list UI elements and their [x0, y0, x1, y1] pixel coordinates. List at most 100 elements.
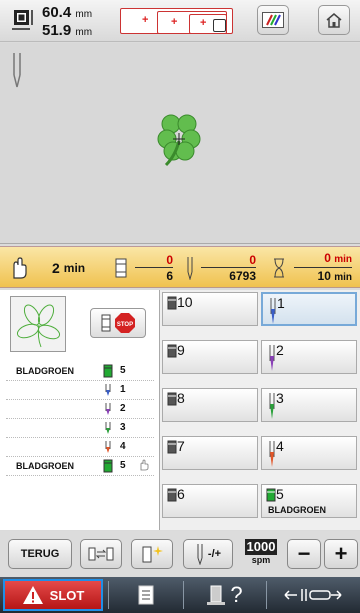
needle-number: 6	[177, 486, 185, 502]
color-progress: 0 6	[115, 247, 173, 289]
speed-unit: spm	[251, 555, 271, 565]
needle-icon	[187, 257, 193, 280]
thread-order-list: STOP BLADGROEN 5 1 2 3 4 BLADGROEN 5	[0, 290, 160, 530]
swap-needles-button[interactable]	[80, 539, 122, 569]
needle-icon	[105, 422, 111, 434]
thread-number: 3	[120, 422, 126, 433]
remaining-time: 0 min 10 min	[272, 247, 352, 289]
color-change-button[interactable]	[257, 5, 289, 35]
needle-number: 7	[177, 438, 185, 454]
needle-number: 2	[276, 342, 284, 358]
speed-decrease-button[interactable]: −	[287, 539, 321, 569]
stop-sign-icon: STOP	[114, 313, 135, 333]
design-thumbnail	[10, 296, 66, 352]
time-value: 2	[52, 260, 60, 276]
thread-panel: STOP BLADGROEN 5 1 2 3 4 BLADGROEN 5 10 1 9 2 8 3 7 4 6…	[0, 290, 360, 530]
needle-number: 4	[276, 438, 284, 454]
spool-sparkle-icon	[142, 546, 163, 563]
needle-icon	[105, 403, 111, 415]
thread-row[interactable]: BLADGROEN 5	[0, 457, 160, 474]
time-indicator: 2 min	[8, 247, 85, 289]
design-preview-area[interactable]	[0, 43, 360, 244]
needle-icon	[105, 384, 111, 396]
help-button[interactable]: ?	[186, 580, 262, 610]
thread-number: 1	[120, 384, 126, 395]
stop-settings-button[interactable]: STOP	[90, 308, 146, 338]
needle-bar-cell[interactable]: 10	[162, 292, 258, 326]
top-toolbar: 60.4 mm 51.9 mm + + +	[0, 0, 360, 42]
thread-number: 5	[120, 365, 126, 376]
needle-number: 3	[276, 390, 284, 406]
swap-icon	[88, 547, 114, 561]
thread-row[interactable]: BLADGROEN 5	[0, 362, 160, 379]
needle-thread-name: BLADGROEN	[268, 505, 326, 515]
needle-bar-cell[interactable]: 9	[162, 340, 258, 374]
speed-indicator: 1000 spm	[241, 539, 281, 569]
machine-icon	[207, 585, 226, 605]
needle-bar-cell[interactable]: 1	[261, 292, 357, 326]
thread-color-name: BLADGROEN	[16, 460, 74, 471]
needle-icon	[197, 544, 203, 565]
remaining-total: 10	[317, 269, 331, 283]
needle-highlight-button[interactable]	[131, 539, 173, 569]
frame-move-button[interactable]	[270, 580, 356, 610]
thread-row[interactable]: 2	[0, 400, 160, 417]
warning-icon	[22, 586, 43, 604]
hand-icon	[13, 257, 27, 279]
spool-icon	[167, 440, 177, 454]
needle-bar-cell[interactable]: 3	[261, 388, 357, 422]
frame-move-icon	[284, 589, 342, 601]
time-unit: min	[63, 261, 86, 275]
thread-row[interactable]: 3	[0, 419, 160, 436]
footer-bar: SLOT ?	[0, 577, 360, 613]
design-dimensions: 60.4 mm 51.9 mm	[42, 4, 93, 39]
design-width: 60.4	[42, 4, 72, 21]
speed-value: 1000	[244, 539, 278, 555]
color-palette-icon	[262, 12, 284, 28]
remaining-current: 0	[324, 251, 331, 265]
needle-bar-cell[interactable]: 4	[261, 436, 357, 470]
embroidery-frame-indicators[interactable]: + + +	[120, 8, 233, 38]
color-total: 6	[135, 267, 173, 283]
home-button[interactable]	[318, 5, 350, 35]
thread-row[interactable]: 4	[0, 438, 160, 455]
spool-icon	[167, 392, 177, 406]
spool-icon	[115, 258, 127, 278]
hand-pointer-icon	[140, 459, 149, 471]
spool-icon	[167, 296, 177, 310]
hourglass-icon	[274, 258, 284, 278]
home-icon	[326, 13, 342, 28]
needle-bar-cell[interactable]: 7	[162, 436, 258, 470]
needle-bar-cell[interactable]: 6	[162, 484, 258, 518]
back-button[interactable]: TERUG	[8, 539, 72, 569]
needle-bar-cell[interactable]: 5 BLADGROEN	[261, 484, 357, 518]
stitch-total: 6793	[201, 267, 256, 283]
needle-number: 8	[177, 390, 185, 406]
checklist-icon	[138, 585, 154, 605]
bottom-toolbar: TERUG -/+ 1000 spm − +	[0, 531, 360, 576]
needle-number: 10	[177, 294, 193, 310]
needle-number: 5	[276, 486, 284, 502]
row-divider	[6, 475, 154, 476]
svg-text:STOP: STOP	[116, 322, 132, 328]
clover-design-icon	[157, 114, 201, 167]
thread-row[interactable]: 1	[0, 381, 160, 398]
needle-number: 9	[177, 342, 185, 358]
spool-icon	[167, 344, 177, 358]
thread-color-name: BLADGROEN	[16, 365, 74, 376]
spool-icon	[167, 488, 177, 502]
needle-bar-cell[interactable]: 2	[261, 340, 357, 374]
size-icon	[12, 10, 33, 30]
lock-button[interactable]: SLOT	[3, 579, 103, 611]
needle-bar-cell[interactable]: 8	[162, 388, 258, 422]
thread-number: 5	[120, 460, 126, 471]
spool-icon	[103, 459, 113, 473]
needle-adjust-button[interactable]: -/+	[183, 539, 233, 569]
speed-increase-button[interactable]: +	[324, 539, 358, 569]
needle-icon	[105, 441, 111, 453]
thread-number: 2	[120, 403, 126, 414]
thread-number: 4	[120, 441, 126, 452]
design-info-button[interactable]	[112, 580, 180, 610]
spool-icon	[103, 364, 113, 378]
progress-status-bar: 2 min 0 6 0 6793 0 min 10 min	[0, 246, 360, 288]
